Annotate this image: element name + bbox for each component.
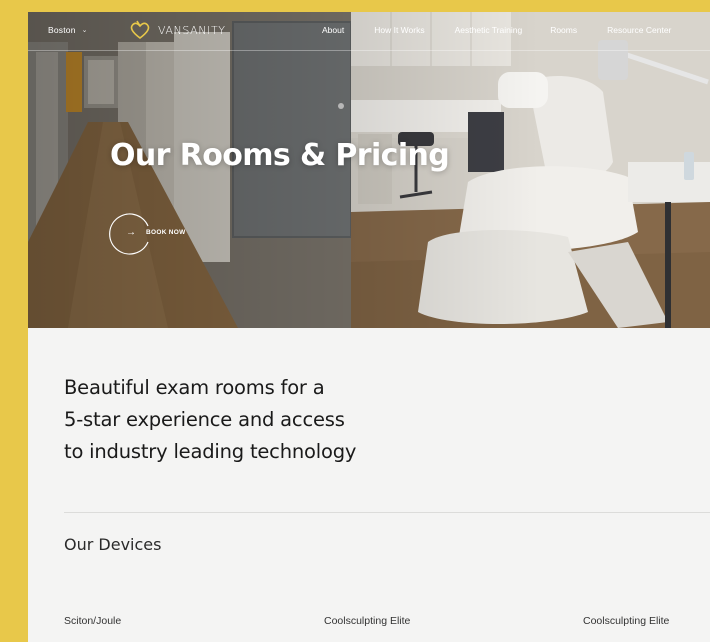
nav-link-rooms[interactable]: Rooms [550,25,577,35]
intro-line: Beautiful exam rooms for a [64,376,325,399]
hero-section: Boston ⌄ VANSANITY About How It Works Ae… [28,12,710,328]
nav-link-how-it-works[interactable]: How It Works [374,25,424,35]
nav-link-about[interactable]: About [322,25,344,35]
brand-name: VANSANITY [158,23,226,37]
nav-divider [28,50,710,51]
city-label: Boston [48,25,76,35]
intro-text: Beautiful exam rooms for a 5-star experi… [64,372,444,468]
arrow-right-icon: → [126,227,136,238]
devices-list: Sciton/Joule Coolsculpting Elite Coolscu… [64,615,710,631]
section-divider [64,512,710,513]
nav-links: About How It Works Aesthetic Training Ro… [322,25,671,35]
device-item: Coolsculpting Elite [583,615,670,627]
device-item: Coolsculpting Elite [324,615,411,627]
device-item: Sciton/Joule [64,615,122,627]
brand-logo[interactable]: VANSANITY [128,18,226,42]
top-nav: Boston ⌄ VANSANITY About How It Works Ae… [28,12,710,50]
nav-link-aesthetic-training[interactable]: Aesthetic Training [455,25,523,35]
book-now-label: BOOK NOW [146,229,186,236]
page-frame: Boston ⌄ VANSANITY About How It Works Ae… [28,12,710,642]
page-title: Our Rooms & Pricing [110,138,450,173]
intro-line: 5-star experience and access [64,408,345,431]
heart-logo-icon [130,20,150,40]
nav-link-resource-center[interactable]: Resource Center [607,25,671,35]
chevron-down-icon: ⌄ [81,27,88,34]
city-selector[interactable]: Boston ⌄ [48,25,88,35]
devices-heading: Our Devices [64,535,162,554]
intro-line: to industry leading technology [64,440,357,463]
